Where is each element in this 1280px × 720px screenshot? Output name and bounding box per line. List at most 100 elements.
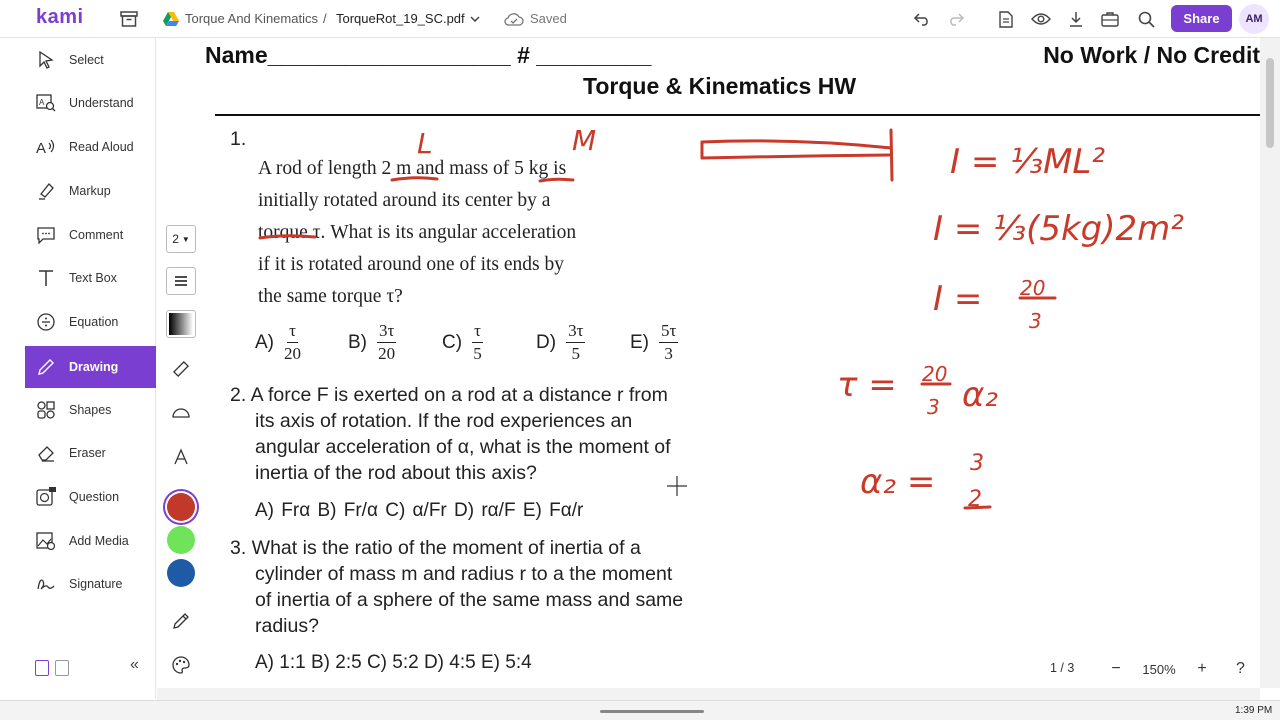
tool-label: Signature [69,577,123,591]
pen-icon [35,356,57,378]
tool-eraser[interactable]: Eraser [25,434,156,472]
tool-label: Question [69,490,120,504]
protractor-icon[interactable] [166,398,196,426]
tool-comment[interactable]: Comment [25,216,156,254]
document-icon[interactable] [995,8,1017,30]
tool-question[interactable]: Question [25,478,156,516]
stroke-size-value: 2 [172,232,179,246]
tool-label: Read Aloud [69,140,134,154]
horizontal-scrollbar[interactable] [157,688,1260,700]
stroke-size-select[interactable]: 2 ▼ [166,225,196,253]
tool-shapes[interactable]: Shapes [25,391,156,429]
dictionary-icon: A [35,92,57,114]
tool-add-media[interactable]: Add Media [25,522,156,560]
top-bar: kami Torque And Kinematics / TorqueRot_1… [0,0,1280,38]
ruler-icon[interactable] [166,355,196,383]
annotation-tau-den: 3 [927,395,940,419]
pdf-page[interactable]: Name___________________ # _________ No W… [205,38,1260,688]
undo-icon[interactable] [911,8,933,30]
rod-bottom-edge [700,153,893,160]
single-page-view-icon[interactable] [35,660,49,676]
annotation-tau-rhs: α₂ [962,375,998,415]
color-swatch-blue[interactable] [167,559,195,587]
download-icon[interactable] [1065,8,1087,30]
chevron-down-icon[interactable] [464,8,486,30]
briefcase-icon[interactable] [1099,8,1121,30]
tool-label: Eraser [69,446,106,460]
archive-icon[interactable] [118,8,140,30]
underline-length [390,176,439,182]
zoom-level[interactable]: 150% [1129,662,1189,677]
annotation-tau-num: 20 [922,362,947,386]
eyedropper-icon[interactable] [166,607,196,635]
annotation-L: L [417,127,433,160]
page-indicator[interactable]: 1 / 3 [1050,661,1074,675]
annotation-eq3-den: 3 [1029,309,1042,333]
cloud-saved-icon [503,8,525,30]
zoom-in-button[interactable]: + [1189,660,1215,678]
system-clock: 1:39 PM [1235,705,1273,716]
media-icon [35,530,57,552]
share-button[interactable]: Share [1171,5,1232,32]
handwritten-annotations: L M I = ⅓ML² I = ⅓(5kg)2m² I = 20 3 τ = … [258,124,1184,512]
taskbar-indicator [600,710,704,713]
tool-label: Drawing [69,360,119,374]
help-button[interactable]: ? [1236,660,1245,678]
breadcrumb-folder[interactable]: Torque And Kinematics [185,11,318,26]
drawing-toolbar: 2 ▼ [157,215,205,685]
svg-text:A: A [39,98,45,107]
menu-icon[interactable] [166,267,196,295]
signature-icon [35,573,57,595]
eye-icon[interactable] [1030,8,1052,30]
tool-signature[interactable]: Signature [25,565,156,603]
double-page-view-icon[interactable] [55,660,69,676]
chevron-down-icon: ▼ [181,234,190,244]
tool-label: Text Box [69,271,117,285]
palette-icon[interactable] [166,651,196,679]
annotation-alpha-lhs: α₂ = [860,462,935,502]
tool-sidebar: Select A Understand A Read Aloud Markup … [25,38,156,698]
tool-understand[interactable]: A Understand [25,84,156,122]
tool-label: Equation [69,315,119,329]
tool-markup[interactable]: Markup [25,172,156,210]
zoom-controls: − 150% + [1103,656,1215,682]
text-icon [35,267,57,289]
tool-drawing[interactable]: Drawing [25,346,156,388]
underline-torque [258,234,317,240]
annotation-eq2: I = ⅓(5kg)2m² [933,209,1184,249]
tool-label: Shapes [69,403,112,417]
opacity-gradient-icon[interactable] [166,310,196,338]
save-status: Saved [530,11,567,26]
view-toggle[interactable] [35,660,69,676]
tool-text-box[interactable]: Text Box [25,259,156,297]
svg-text:A: A [36,140,46,156]
annotation-tau-lhs: τ = [837,365,897,405]
redo-icon[interactable] [945,8,967,30]
tool-label: Comment [69,228,124,242]
color-swatch-green[interactable] [167,526,195,554]
google-drive-icon [160,8,182,30]
vertical-scrollbar[interactable] [1260,38,1280,688]
tool-label: Markup [69,184,111,198]
annotation-eq3-num: 20 [1020,276,1045,300]
tool-select[interactable]: Select [25,41,156,79]
color-swatch-red[interactable] [167,493,195,521]
kami-logo[interactable]: kami [36,6,84,29]
text-style-icon[interactable] [166,443,196,471]
cursor-icon [35,49,57,71]
zoom-out-button[interactable]: − [1103,660,1129,678]
tool-equation[interactable]: Equation [25,303,156,341]
rod-end-stop [889,128,894,182]
rod-top-edge [700,139,893,150]
underline-mass [538,177,575,183]
vertical-scroll-thumb[interactable] [1266,58,1274,148]
avatar[interactable]: AM [1239,4,1269,34]
collapse-sidebar-icon[interactable]: « [130,656,139,674]
annotation-M: M [572,124,596,157]
search-icon[interactable] [1135,8,1157,30]
crosshair-cursor-icon [667,476,687,496]
breadcrumb-file[interactable]: TorqueRot_19_SC.pdf [336,11,465,26]
equation-icon [35,311,57,333]
breadcrumb-separator: / [323,11,327,26]
tool-read-aloud[interactable]: A Read Aloud [25,128,156,166]
